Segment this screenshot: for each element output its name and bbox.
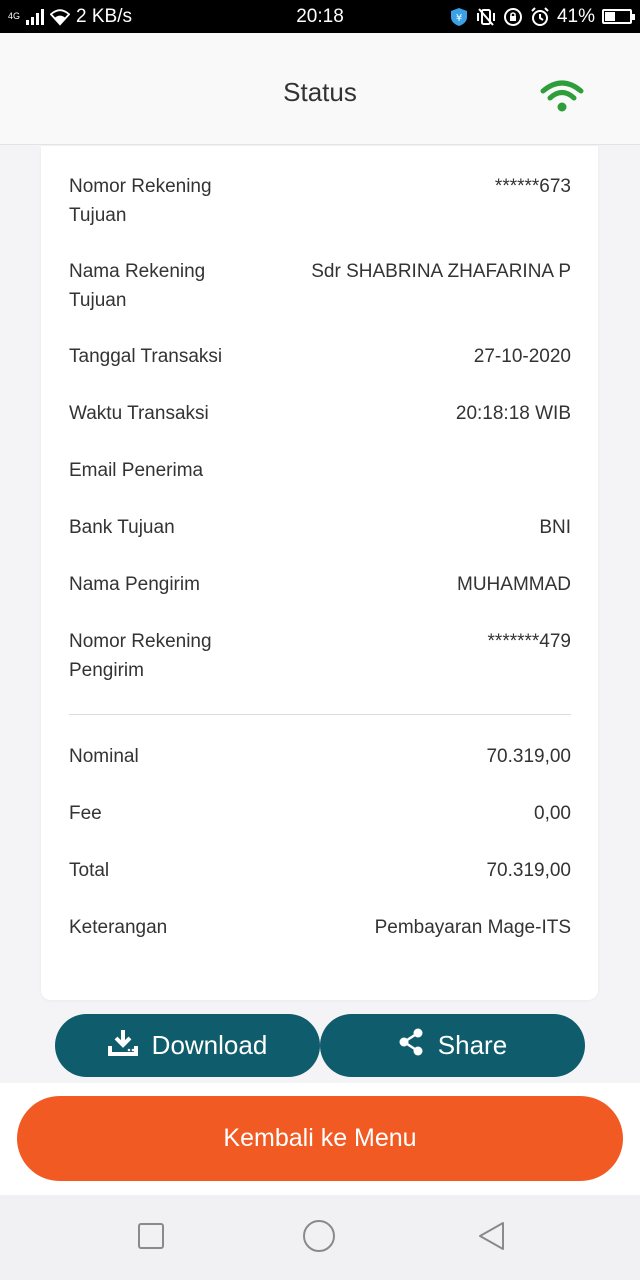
detail-value: 20:18:18 WIB [455,403,571,424]
share-label: Share [437,1030,508,1060]
svg-text:¥: ¥ [456,13,462,24]
detail-label: Nama Rekening Tujuan [69,261,206,311]
wifi-icon [540,79,584,113]
amount-row: Fee 0,00 [69,799,571,828]
detail-row: Nama Rekening Tujuan Sdr SHABRINA ZHAFAR… [69,257,571,315]
amount-row: Nominal 70.319,00 [69,742,571,771]
wifi-status-icon [50,7,71,27]
amount-value: 70.319,00 [486,746,571,767]
divider [69,714,571,715]
vibrate-icon [476,7,496,27]
circle-icon [302,1219,336,1258]
detail-value: Sdr SHABRINA ZHAFARINA P [311,261,571,282]
amount-value: 70.319,00 [486,860,571,881]
status-bar: 4G 2 KB/s 20:18 ¥ 41% [0,0,640,33]
rotation-lock-icon [503,7,523,27]
app-header: Status [0,33,640,145]
share-icon [398,1028,424,1063]
amount-label: Fee [69,803,102,824]
battery-percent: 41% [556,5,595,27]
back-button[interactable] [474,1221,508,1255]
detail-label: Nomor Rekening Pengirim [69,631,212,681]
detail-label: Bank Tujuan [69,517,175,538]
network-speed: 2 KB/s [76,5,132,27]
home-button[interactable] [302,1219,336,1258]
detail-row: Nomor Rekening Pengirim *******479 [69,627,571,685]
detail-row: Tanggal Transaksi 27-10-2020 [69,342,571,371]
back-to-menu-button[interactable]: Kembali ke Menu [17,1096,623,1181]
share-button[interactable]: Share [320,1014,585,1077]
amount-label: Total [69,860,110,881]
amount-label: Keterangan [69,917,168,938]
amount-label: Nominal [69,746,139,767]
recent-apps-button[interactable] [134,1221,168,1255]
detail-label: Email Penerima [69,460,204,481]
detail-row: Bank Tujuan BNI [69,513,571,542]
shield-icon: ¥ [449,7,469,27]
alarm-icon [530,6,550,27]
transaction-detail-card: Nomor Rekening Tujuan ******673 Nama Rek… [41,146,598,1000]
amount-row: Total 70.319,00 [69,856,571,885]
detail-row: Email Penerima [69,456,571,485]
download-label: Download [151,1030,268,1060]
detail-label: Nomor Rekening Tujuan [69,176,212,226]
detail-row: Nomor Rekening Tujuan ******673 [69,172,571,230]
detail-value: BNI [539,517,571,538]
download-icon [107,1028,138,1063]
square-icon [137,1222,165,1255]
triangle-back-icon [476,1220,506,1257]
download-button[interactable]: Download [55,1014,320,1077]
network-type: 4G [8,10,21,21]
battery-icon [602,9,635,24]
signal-icon [26,8,45,25]
system-nav-bar [0,1195,640,1280]
detail-label: Nama Pengirim [69,574,200,595]
amount-row: Keterangan Pembayaran Mage-ITS [69,913,571,942]
detail-value: 27-10-2020 [473,346,571,367]
detail-value: *******479 [487,631,571,652]
amount-value: Pembayaran Mage-ITS [374,917,571,938]
detail-row: Nama Pengirim MUHAMMAD [69,570,571,599]
detail-row: Waktu Transaksi 20:18:18 WIB [69,399,571,428]
detail-label: Waktu Transaksi [69,403,209,424]
detail-value: ******673 [494,176,571,197]
detail-label: Tanggal Transaksi [69,346,223,367]
detail-value: MUHAMMAD [457,574,571,595]
amount-value: 0,00 [534,803,571,824]
